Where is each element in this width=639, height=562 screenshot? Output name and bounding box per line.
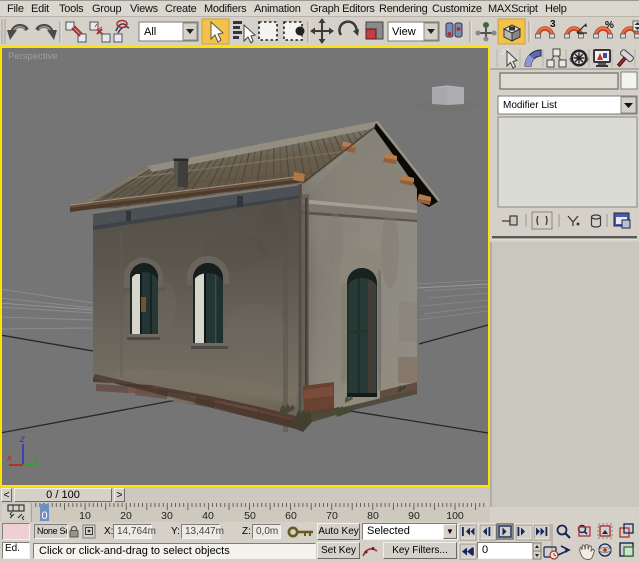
svg-text:90: 90	[408, 510, 420, 522]
svg-text:40: 40	[202, 510, 214, 522]
svg-text:30: 30	[161, 510, 173, 522]
svg-text:x: x	[6, 453, 13, 464]
svg-text:20: 20	[120, 510, 132, 522]
svg-text:3: 3	[550, 19, 556, 30]
svg-text:70: 70	[326, 510, 338, 522]
svg-text:All: All	[144, 26, 156, 38]
svg-text:Perspective: Perspective	[8, 51, 58, 62]
svg-text:%: %	[605, 20, 614, 31]
svg-text:10: 10	[79, 510, 91, 522]
svg-text:50: 50	[244, 510, 256, 522]
svg-text:60: 60	[285, 510, 297, 522]
svg-text:y: y	[33, 453, 40, 464]
svg-text:View: View	[392, 26, 416, 38]
svg-text:80: 80	[367, 510, 379, 522]
svg-text:100: 100	[446, 510, 464, 522]
svg-text:Modifier List: Modifier List	[503, 100, 557, 111]
svg-text:0: 0	[41, 510, 47, 522]
svg-text:z: z	[19, 434, 25, 445]
